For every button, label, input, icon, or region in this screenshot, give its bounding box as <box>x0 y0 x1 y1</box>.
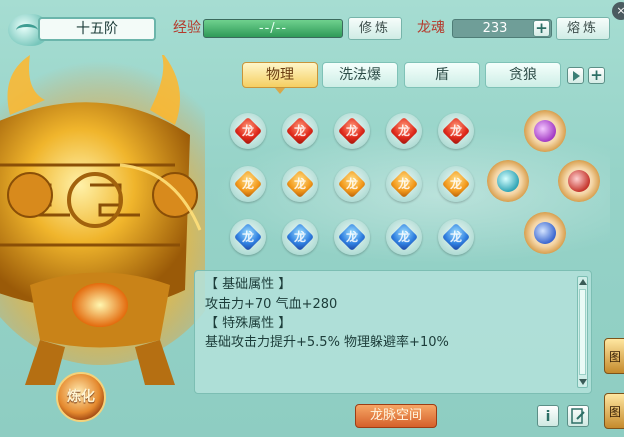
orange-gem-slot[interactable]: 龙 <box>438 166 474 202</box>
star-gem-purple[interactable] <box>524 110 566 152</box>
side-tab-top[interactable]: 图 <box>604 338 624 374</box>
orange-gem-slot[interactable]: 龙 <box>334 166 370 202</box>
dragon-glyph-icon: 龙 <box>241 230 254 244</box>
blue-gem-slot[interactable]: 龙 <box>282 219 318 255</box>
close-icon[interactable]: × <box>612 2 624 20</box>
blue-gem-slot[interactable]: 龙 <box>334 219 370 255</box>
blue-gem-slot[interactable]: 龙 <box>438 219 474 255</box>
scroll-up-icon[interactable] <box>579 279 587 285</box>
dragon-glyph-icon: 龙 <box>241 124 254 138</box>
dragon-glyph-icon: 龙 <box>397 124 410 138</box>
red-gem-slot[interactable]: 龙 <box>438 113 474 149</box>
dragon-space-button[interactable]: 龙脉空间 <box>355 404 437 428</box>
red-gem-slot[interactable]: 龙 <box>334 113 370 149</box>
train-button[interactable]: 修炼 <box>348 17 402 40</box>
dragon-glyph-icon: 龙 <box>397 177 410 191</box>
info-glyph: i <box>545 409 551 425</box>
basic-attr-header: 【 基础属性 】 <box>205 277 292 292</box>
add-tab-button[interactable]: + <box>588 67 605 84</box>
exp-bar: --/-- <box>203 19 343 38</box>
edit-glyph <box>571 408 585 424</box>
red-gem-slot[interactable]: 龙 <box>386 113 422 149</box>
orange-gem-slot[interactable]: 龙 <box>230 166 266 202</box>
red-gem-slot[interactable]: 龙 <box>230 113 266 149</box>
dragon-glyph-icon: 龙 <box>345 230 358 244</box>
tab-wash-burst[interactable]: 洗法爆 <box>322 62 398 88</box>
dragon-glyph-icon: 龙 <box>449 124 462 138</box>
dragon-vein-panel: 十五阶 经验 --/-- 修炼 龙魂 233 + 熔炼 × 物理 洗法爆 盾 贪… <box>0 0 624 437</box>
dragon-glyph-icon: 龙 <box>293 230 306 244</box>
cauldron-artwork <box>0 55 205 385</box>
info-scrollbar[interactable] <box>577 276 588 388</box>
dragon-glyph-icon: 龙 <box>293 124 306 138</box>
dragon-glyph-icon: 龙 <box>449 177 462 191</box>
basic-attr-stats: 攻击力+70 气血+280 <box>205 297 338 312</box>
blue-gem-slot[interactable]: 龙 <box>386 219 422 255</box>
dragon-glyph-icon: 龙 <box>241 177 254 191</box>
rank-label: 十五阶 <box>38 17 156 41</box>
red-gem-slot[interactable]: 龙 <box>282 113 318 149</box>
orange-gem-slot[interactable]: 龙 <box>282 166 318 202</box>
blue-gem-slot[interactable]: 龙 <box>230 219 266 255</box>
edit-icon[interactable] <box>567 405 589 427</box>
info-icon[interactable]: i <box>537 405 559 427</box>
add-soul-button[interactable]: + <box>533 20 550 37</box>
rank-display: 十五阶 <box>8 14 156 46</box>
special-attr-stats: 基础攻击力提升+5.5% 物理躲避率+10% <box>205 335 449 350</box>
dragon-glyph-icon: 龙 <box>397 230 410 244</box>
star-gem-red[interactable] <box>558 160 600 202</box>
refine-button[interactable]: 炼化 <box>56 372 106 422</box>
arrow-right-icon[interactable] <box>567 67 584 84</box>
tab-shield[interactable]: 盾 <box>404 62 480 88</box>
tab-physical[interactable]: 物理 <box>242 62 318 94</box>
dragon-glyph-icon: 龙 <box>345 177 358 191</box>
star-gem-blue[interactable] <box>524 212 566 254</box>
dragon-glyph-icon: 龙 <box>293 177 306 191</box>
smelt-button[interactable]: 熔炼 <box>556 17 610 40</box>
special-attr-header: 【 特殊属性 】 <box>205 316 292 331</box>
side-tab-bottom[interactable]: 图 <box>604 393 624 429</box>
orange-gem-slot[interactable]: 龙 <box>386 166 422 202</box>
scroll-down-icon[interactable] <box>579 379 587 385</box>
dragon-glyph-icon: 龙 <box>449 230 462 244</box>
star-gem-teal[interactable] <box>487 160 529 202</box>
soul-value: 233 <box>482 21 508 36</box>
exp-label: 经验 <box>173 20 201 36</box>
dragon-glyph-icon: 龙 <box>345 124 358 138</box>
soul-label: 龙魂 <box>417 20 445 36</box>
exp-value: --/-- <box>258 21 288 36</box>
tab-greedy-wolf[interactable]: 贪狼 <box>485 62 561 88</box>
scroll-thumb[interactable] <box>579 289 586 375</box>
attribute-info-box: 【 基础属性 】 攻击力+70 气血+280 【 特殊属性 】 基础攻击力提升+… <box>194 270 592 394</box>
